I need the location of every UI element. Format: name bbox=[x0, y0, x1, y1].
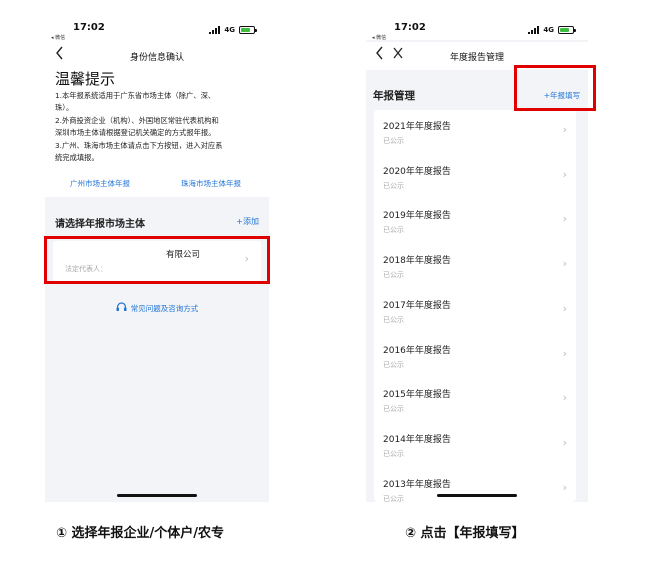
step1-caption: ① 选择年报企业/个体户/农专 bbox=[56, 526, 225, 541]
entity-name: 有限公司 bbox=[166, 250, 201, 260]
faq-label: 常见问题及咨询方式 bbox=[130, 304, 199, 313]
report-title: 2020年年度报告 bbox=[383, 166, 451, 177]
report-title: 2016年年度报告 bbox=[383, 345, 451, 356]
signal-icon bbox=[528, 26, 540, 34]
report-list: 2021年年度报告 已公示 › 2020年年度报告 已公示 › 2019年年度报告 已公示 › 2… bbox=[374, 110, 576, 502]
network-type: 4G bbox=[543, 26, 554, 34]
battery-icon bbox=[558, 26, 576, 34]
chevron-right-icon: › bbox=[562, 257, 567, 271]
report-list-item[interactable]: 2014年年度报告 已公示 › bbox=[374, 423, 576, 468]
report-status: 已公示 bbox=[383, 405, 404, 414]
report-status: 已公示 bbox=[383, 226, 404, 235]
chevron-right-icon: › bbox=[562, 212, 567, 226]
back-to-wechat-link[interactable]: ◂ 微信 bbox=[51, 34, 65, 41]
identity-confirm-screen: 17:02 ◂ 微信 4G 身份信息确认 温馨提示 1.本年报系统适用于广东省市… bbox=[45, 10, 269, 502]
guangzhou-annual-report-link[interactable]: 广州市场主体年报 bbox=[70, 178, 130, 189]
zhuhai-annual-report-link[interactable]: 珠海市场主体年报 bbox=[181, 178, 241, 189]
chevron-right-icon: › bbox=[562, 346, 567, 360]
page-title: 身份信息确认 bbox=[129, 53, 184, 63]
tips-line: 珠）。 bbox=[55, 103, 74, 113]
report-status: 已公示 bbox=[383, 449, 404, 458]
report-status: 已公示 bbox=[383, 271, 404, 280]
entity-card[interactable]: 有限公司 法定代表人： › bbox=[53, 241, 261, 281]
back-to-wechat-link[interactable]: ◂ 微信 bbox=[372, 34, 386, 41]
select-entity-title: 请选择年报市场主体 bbox=[55, 219, 145, 230]
tips-line: 2.外商投资企业（机构）、外国地区常驻代表机构和 bbox=[55, 115, 219, 125]
chevron-right-icon: › bbox=[562, 435, 567, 449]
faq-link[interactable]: 常见问题及咨询方式 bbox=[45, 302, 269, 315]
tips-line: 统完成填报。 bbox=[55, 153, 99, 163]
nav-bar: 年度报告管理 bbox=[366, 42, 588, 70]
status-indicators: 4G bbox=[528, 25, 576, 35]
chevron-right-icon: › bbox=[244, 252, 249, 265]
report-list-item[interactable]: 2020年年度报告 已公示 › bbox=[374, 155, 576, 200]
signal-icon bbox=[209, 26, 221, 34]
report-title: 2014年年度报告 bbox=[383, 434, 451, 445]
report-list-item[interactable]: 2021年年度报告 已公示 › bbox=[374, 110, 576, 155]
report-list-item[interactable]: 2018年年度报告 已公示 › bbox=[374, 244, 576, 289]
report-title: 2021年年度报告 bbox=[383, 122, 451, 132]
report-list-item[interactable]: 2017年年度报告 已公示 › bbox=[374, 289, 576, 334]
report-status: 已公示 bbox=[383, 494, 404, 502]
report-status: 已公示 bbox=[383, 137, 404, 145]
page-title: 年度报告管理 bbox=[449, 53, 504, 63]
report-title: 2018年年度报告 bbox=[383, 256, 451, 267]
battery-icon bbox=[239, 26, 257, 34]
chevron-right-icon: › bbox=[562, 167, 567, 181]
status-time: 17:02 bbox=[394, 22, 426, 33]
tips-line: 深圳市场主体请根据登记机关确定的方式报年报。 bbox=[55, 128, 216, 138]
report-title: 2017年年度报告 bbox=[383, 300, 451, 311]
tips-text: 1.本年报系统适用于广东省市场主体（除广、深、 珠）。 2.外商投资企业（机构）… bbox=[55, 90, 261, 164]
tips-line: 3.广州、珠海市场主体请点击下方按钮，进入对应系 bbox=[55, 140, 223, 150]
home-indicator bbox=[437, 494, 517, 497]
status-bar: 17:02 ◂ 微信 4G bbox=[366, 10, 588, 41]
status-time: 17:02 bbox=[73, 22, 105, 33]
report-title: 2019年年度报告 bbox=[383, 211, 451, 222]
tips-line: 1.本年报系统适用于广东省市场主体（除广、深、 bbox=[55, 91, 216, 100]
tips-title: 温馨提示 bbox=[55, 70, 116, 88]
report-list-item[interactable]: 2019年年度报告 已公示 › bbox=[374, 199, 576, 244]
headset-icon bbox=[116, 302, 127, 315]
report-list-item[interactable]: 2016年年度报告 已公示 › bbox=[374, 334, 576, 379]
chevron-right-icon: › bbox=[562, 123, 567, 136]
home-indicator bbox=[117, 494, 197, 497]
nav-bar: 身份信息确认 bbox=[45, 42, 269, 70]
legal-representative-label: 法定代表人： bbox=[65, 265, 107, 273]
add-entity-button[interactable]: +添加 bbox=[236, 216, 259, 227]
chevron-right-icon: › bbox=[562, 480, 567, 494]
report-status: 已公示 bbox=[383, 181, 404, 190]
chevron-right-icon: › bbox=[562, 391, 567, 405]
status-bar: 17:02 ◂ 微信 4G bbox=[45, 10, 269, 41]
fill-annual-report-button[interactable]: +年报填写 bbox=[544, 90, 580, 101]
chevron-right-icon: › bbox=[562, 301, 567, 315]
step2-caption: ② 点击【年报填写】 bbox=[405, 526, 525, 541]
report-title: 2013年年度报告 bbox=[383, 479, 451, 490]
report-list-item[interactable]: 2015年年度报告 已公示 › bbox=[374, 378, 576, 423]
report-status: 已公示 bbox=[383, 315, 404, 324]
report-title: 2015年年度报告 bbox=[383, 390, 451, 401]
report-status: 已公示 bbox=[383, 360, 404, 369]
status-indicators: 4G bbox=[209, 25, 257, 35]
annual-report-management-title: 年报管理 bbox=[373, 90, 415, 102]
network-type: 4G bbox=[224, 26, 235, 34]
annual-report-management-screen: 17:02 ◂ 微信 4G 年度报告管理 年报管理 +年报填写 2021年年度报… bbox=[366, 10, 588, 502]
